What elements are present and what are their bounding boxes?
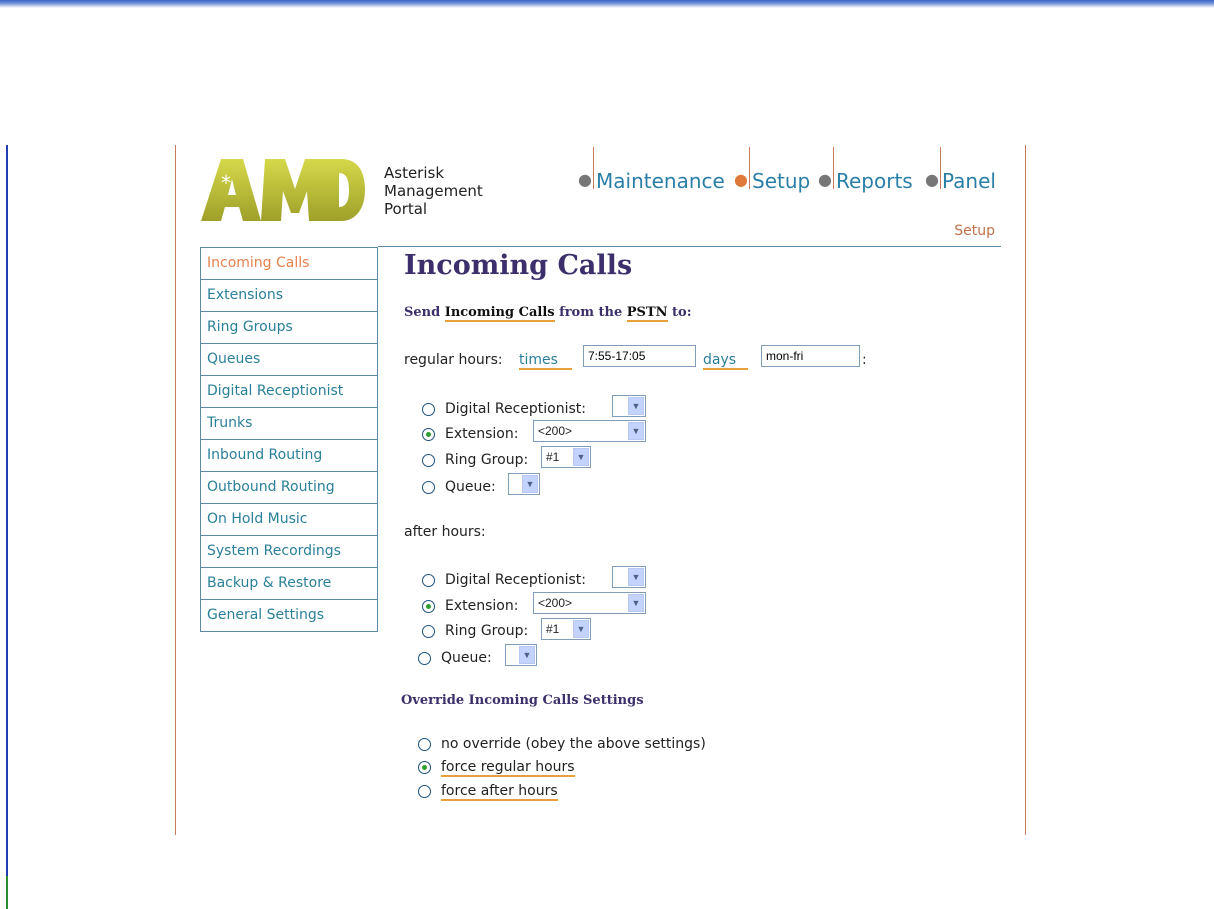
nav-bullet-icon: ● (925, 170, 939, 189)
sidebar-item-digital-receptionist[interactable]: Digital Receptionist (201, 376, 377, 408)
send-heading-post: to: (667, 305, 692, 320)
regular-digital-receptionist-select[interactable]: ▼ (612, 395, 646, 417)
sidebar: Incoming Calls Extensions Ring Groups Qu… (200, 247, 378, 632)
days-link[interactable]: days (703, 352, 749, 370)
nav-reports[interactable]: Reports (836, 169, 913, 193)
chevron-down-icon: ▼ (628, 422, 644, 440)
after-hours-label: after hours: (404, 524, 486, 540)
times-link[interactable]: times (519, 352, 572, 370)
regular-hours-label: regular hours: (404, 352, 503, 368)
brand-subtitle: Asterisk Management Portal (384, 164, 483, 218)
override-heading: Override Incoming Calls Settings (401, 693, 644, 708)
force-after-hours-radio[interactable] (418, 785, 431, 798)
regular-digital-receptionist-radio[interactable] (422, 403, 435, 416)
window-top-bar (0, 0, 1214, 8)
nav-bullet-active-icon: ● (734, 170, 748, 189)
after-extension-select[interactable]: <200> ▼ (533, 592, 646, 614)
regular-extension-select[interactable]: <200> ▼ (533, 420, 646, 442)
send-heading-pre: Send (404, 305, 445, 320)
after-queue-label: Queue: (441, 650, 492, 666)
window-top-gap (0, 8, 1214, 11)
regular-queue-label: Queue: (445, 479, 496, 495)
after-extension-value: <200> (538, 596, 573, 610)
after-ring-group-label: Ring Group: (445, 623, 529, 639)
after-extension-label: Extension: (445, 598, 519, 614)
force-after-hours-text[interactable]: force after hours (441, 783, 558, 801)
chevron-down-icon: ▼ (519, 646, 535, 664)
sidebar-item-trunks[interactable]: Trunks (201, 408, 377, 440)
sidebar-item-ring-groups[interactable]: Ring Groups (201, 312, 377, 344)
page-right-border (1025, 145, 1026, 835)
chevron-down-icon: ▼ (628, 594, 644, 612)
nav-separator (749, 147, 750, 189)
nav-separator (833, 147, 834, 189)
nav-separator (940, 147, 941, 189)
sidebar-item-inbound-routing[interactable]: Inbound Routing (201, 440, 377, 472)
regular-extension-radio[interactable] (422, 428, 435, 441)
regular-ring-group-label: Ring Group: (445, 452, 529, 468)
nav-bullet-icon: ● (818, 170, 832, 189)
after-queue-select[interactable]: ▼ (505, 644, 537, 666)
after-extension-radio[interactable] (422, 600, 435, 613)
after-digital-receptionist-label: Digital Receptionist: (445, 572, 586, 588)
sidebar-item-incoming-calls[interactable]: Incoming Calls (201, 248, 377, 280)
svg-text:*: * (221, 171, 231, 195)
breadcrumb: Setup (954, 223, 995, 239)
after-ring-group-value: #1 (546, 622, 560, 636)
times-input[interactable] (583, 345, 696, 367)
nav-bullet-icon: ● (578, 170, 592, 189)
nav-maintenance[interactable]: Maintenance (596, 169, 725, 193)
sidebar-item-extensions[interactable]: Extensions (201, 280, 377, 312)
regular-extension-value: <200> (538, 424, 573, 438)
regular-ring-group-radio[interactable] (422, 454, 435, 467)
sidebar-item-system-recordings[interactable]: System Recordings (201, 536, 377, 568)
no-override-radio[interactable] (418, 738, 431, 751)
sidebar-item-queues[interactable]: Queues (201, 344, 377, 376)
sidebar-item-outbound-routing[interactable]: Outbound Routing (201, 472, 377, 504)
days-colon: : (862, 352, 867, 368)
pstn-link[interactable]: PSTN (626, 305, 668, 322)
page-left-border (175, 145, 176, 835)
nav-setup[interactable]: Setup (752, 169, 810, 193)
nav-separator (593, 147, 594, 189)
chevron-down-icon: ▼ (573, 448, 589, 466)
regular-extension-label: Extension: (445, 426, 519, 442)
send-heading-mid: from the (554, 305, 627, 320)
regular-queue-select[interactable]: ▼ (508, 473, 540, 495)
sidebar-item-on-hold-music[interactable]: On Hold Music (201, 504, 377, 536)
after-digital-receptionist-radio[interactable] (422, 574, 435, 587)
days-input[interactable] (761, 345, 860, 367)
force-regular-hours-radio[interactable] (418, 761, 431, 774)
window-left-edge (6, 145, 8, 909)
sidebar-item-general-settings[interactable]: General Settings (201, 600, 377, 631)
chevron-down-icon: ▼ (522, 475, 538, 493)
after-ring-group-select[interactable]: #1 ▼ (541, 618, 591, 640)
force-regular-hours-label[interactable]: force regular hours (441, 759, 575, 777)
brand-subtitle-line-3: Portal (384, 200, 428, 218)
regular-digital-receptionist-label: Digital Receptionist: (445, 401, 586, 417)
after-queue-radio[interactable] (418, 652, 431, 665)
regular-queue-radio[interactable] (422, 481, 435, 494)
sidebar-item-backup-restore[interactable]: Backup & Restore (201, 568, 377, 600)
chevron-down-icon: ▼ (628, 397, 644, 415)
chevron-down-icon: ▼ (573, 620, 589, 638)
regular-ring-group-select[interactable]: #1 ▼ (541, 446, 591, 468)
brand-subtitle-line-2: Management (384, 182, 483, 200)
chevron-down-icon: ▼ (628, 568, 644, 586)
force-regular-hours-text[interactable]: force regular hours (441, 759, 575, 777)
force-after-hours-label[interactable]: force after hours (441, 783, 558, 801)
window-left-edge-accent (6, 876, 8, 909)
brand-subtitle-line-1: Asterisk (384, 164, 445, 182)
no-override-label: no override (obey the above settings) (441, 736, 706, 752)
after-digital-receptionist-select[interactable]: ▼ (612, 566, 646, 588)
nav-panel[interactable]: Panel (942, 169, 996, 193)
regular-ring-group-value: #1 (546, 450, 560, 464)
after-ring-group-radio[interactable] (422, 625, 435, 638)
header-divider (378, 246, 1001, 247)
page-title: Incoming Calls (404, 250, 633, 281)
send-heading: Send Incoming Calls from the PSTN to: (404, 305, 692, 322)
incoming-calls-link[interactable]: Incoming Calls (444, 305, 555, 322)
amp-logo: * (201, 159, 365, 221)
